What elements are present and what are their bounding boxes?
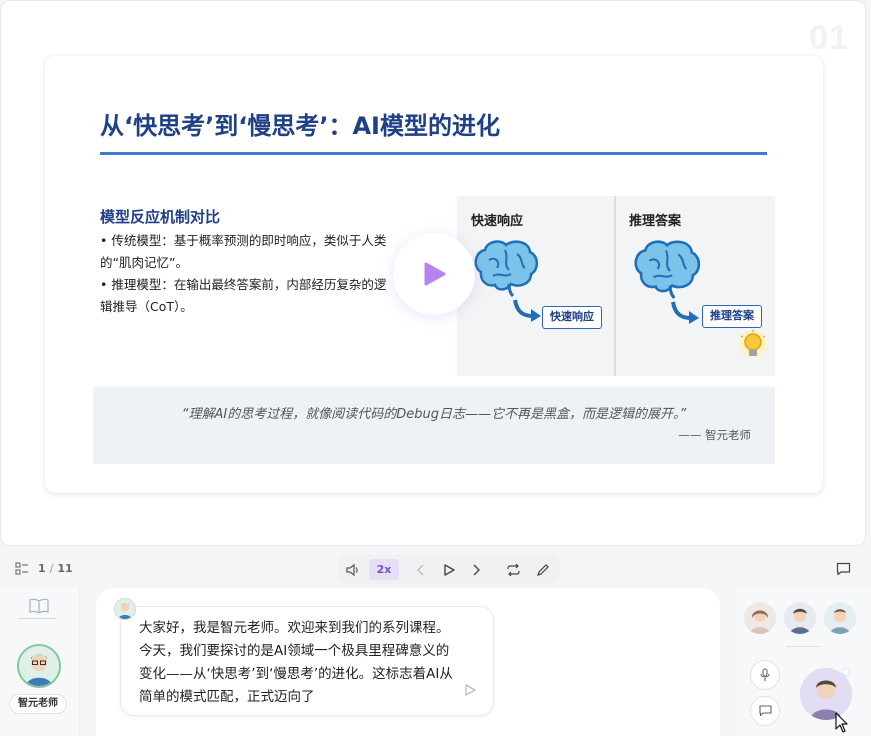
play-icon[interactable]	[442, 563, 456, 577]
loop-icon[interactable]	[506, 563, 521, 577]
participant-avatar[interactable]	[784, 602, 816, 634]
quote-text: “理解AI的思考过程，就像阅读代码的Debug日志——它不再是黑盒，而是逻辑的展…	[181, 407, 687, 422]
slide-stage: 01 从‘快思考’到‘慢思考’：AI模型的进化 模型反应机制对比 • 传统模型：…	[0, 0, 866, 546]
slide-card: 从‘快思考’到‘慢思考’：AI模型的进化 模型反应机制对比 • 传统模型：基于概…	[45, 56, 823, 493]
arrow-icon	[513, 299, 541, 322]
quote-author: —— 智元老师	[678, 428, 751, 442]
book-icon[interactable]	[29, 598, 49, 614]
play-icon[interactable]	[463, 683, 477, 697]
teacher-avatar[interactable]	[17, 644, 61, 688]
quote-box: “理解AI的思考过程，就像阅读代码的Debug日志——它不再是黑盒，而是逻辑的展…	[93, 387, 775, 464]
title-divider	[100, 152, 767, 155]
play-button[interactable]	[393, 233, 475, 315]
comment-icon	[758, 705, 772, 717]
chat-button[interactable]	[750, 696, 780, 726]
outline-icon[interactable]	[15, 562, 29, 576]
chat-area: 大家好，我是智元老师。欢迎来到我们的系列课程。今天，我们要探讨的是AI领域一个极…	[96, 588, 720, 736]
pen-icon[interactable]	[536, 563, 550, 577]
status-dot	[842, 668, 850, 676]
book-underline	[18, 618, 56, 619]
fast-response-box: 快速响应	[542, 306, 602, 329]
avatar	[19, 646, 59, 686]
page-current: 1	[38, 562, 46, 575]
cursor-icon	[835, 712, 848, 733]
avatar	[784, 602, 816, 634]
participant-avatar[interactable]	[824, 602, 856, 634]
slide-number: 01	[809, 19, 849, 57]
panel-divider	[614, 196, 616, 376]
bullet-item: • 传统模型：基于概率预测的即时响应，类似于人类的“肌肉记忆”。	[100, 233, 387, 270]
comparison-panels: 快速响应 快速响应 推理答案 推理答案	[457, 196, 775, 376]
message-text: 大家好，我是智元老师。欢迎来到我们的系列课程。今天，我们要探讨的是AI领域一个极…	[139, 620, 453, 705]
message-avatar	[114, 598, 136, 620]
participant-avatar[interactable]	[744, 602, 776, 634]
chevron-right-icon[interactable]	[471, 564, 481, 576]
playback-controls: 2x	[338, 555, 560, 584]
chevron-left-icon[interactable]	[416, 564, 426, 576]
teacher-column: 智元老师	[0, 588, 80, 736]
mic-icon	[760, 668, 770, 681]
message-bubble: 大家好，我是智元老师。欢迎来到我们的系列课程。今天，我们要探讨的是AI领域一个极…	[120, 606, 494, 716]
page-total: 11	[57, 562, 73, 575]
panel-label-fast: 快速响应	[471, 214, 524, 229]
comment-icon[interactable]	[836, 562, 851, 576]
avatar	[115, 599, 135, 619]
participants-column	[736, 588, 871, 736]
page-counter: 1 / 11	[38, 562, 73, 575]
speed-toggle[interactable]: 2x	[369, 559, 399, 580]
brain-icon	[634, 240, 701, 300]
volume-icon[interactable]	[346, 563, 360, 577]
play-icon	[424, 262, 446, 286]
bullet-item: • 推理模型：在输出最终答案前，内部经历复杂的逻辑推导（CoT）。	[100, 277, 387, 314]
mic-button[interactable]	[750, 660, 780, 690]
arrow-icon	[671, 301, 699, 324]
participants-divider	[786, 646, 820, 647]
avatar	[824, 602, 856, 634]
avatar	[744, 602, 776, 634]
lightbulb-icon	[739, 330, 767, 358]
teacher-name: 智元老师	[9, 694, 67, 714]
panel-label-reasoning: 推理答案	[629, 214, 682, 229]
section-heading: 模型反应机制对比	[100, 208, 221, 226]
bullet-list: • 传统模型：基于概率预测的即时响应，类似于人类的“肌肉记忆”。 • 推理模型：…	[100, 230, 392, 318]
reasoning-answer-box: 推理答案	[702, 305, 762, 328]
slide-title: 从‘快思考’到‘慢思考’：AI模型的进化	[100, 112, 500, 140]
brain-icon	[474, 240, 539, 298]
player-toolbar: 1 / 11 2x	[0, 552, 871, 586]
